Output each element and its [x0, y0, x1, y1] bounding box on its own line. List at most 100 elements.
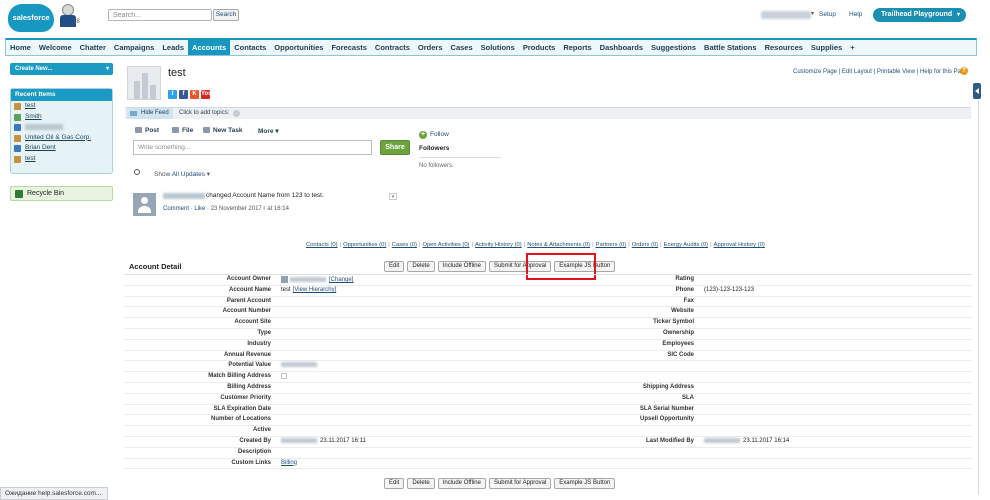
no-followers-text: No followers. — [419, 163, 454, 169]
recent-item[interactable]: United Oil & Gas Corp. — [11, 133, 112, 144]
field-link[interactable]: Billing — [281, 460, 297, 466]
recent-item[interactable]: Smith — [11, 112, 112, 123]
tab-contacts[interactable]: Contacts — [230, 40, 270, 55]
tab-contracts[interactable]: Contracts — [371, 40, 414, 55]
avatar[interactable] — [133, 193, 156, 216]
info-icon[interactable] — [233, 110, 240, 117]
related-list-link[interactable]: Orders (0) — [632, 242, 658, 248]
page-actions-links[interactable]: Customize Page | Edit Layout | Printable… — [793, 69, 968, 75]
feed-item-author[interactable] — [163, 193, 205, 199]
related-list-link[interactable]: Notes & Attachments (0) — [527, 242, 590, 248]
field-value: 23.11.2017 16:11 — [281, 437, 366, 444]
search-button[interactable]: Search — [213, 9, 239, 21]
edit-button[interactable]: Edit — [384, 261, 405, 272]
like-link[interactable]: Like — [194, 206, 205, 212]
recycle-bin-icon — [15, 190, 23, 198]
recent-item[interactable] — [11, 122, 112, 133]
tab-supplies[interactable]: Supplies — [807, 40, 846, 55]
related-list-link[interactable]: Approval History (0) — [714, 242, 765, 248]
link-separator: | — [339, 242, 342, 248]
related-list-link[interactable]: Energy Audits (0) — [664, 242, 708, 248]
youtube-icon[interactable]: You — [201, 90, 212, 99]
field-label: Fax — [683, 297, 694, 304]
change-owner-link[interactable]: [Change] — [329, 277, 353, 283]
tab-campaigns[interactable]: Campaigns — [110, 40, 158, 55]
search-icon[interactable] — [134, 169, 140, 175]
tab-accounts[interactable]: Accounts — [188, 40, 231, 55]
related-list-link[interactable]: Partners (0) — [596, 242, 627, 248]
submit-for-approval-button[interactable]: Submit for Approval — [488, 478, 552, 489]
publisher-post-tab[interactable]: Post — [135, 127, 159, 134]
tab-chatter[interactable]: Chatter — [76, 40, 110, 55]
publisher-file-tab[interactable]: File — [172, 127, 193, 134]
delete-button[interactable]: Delete — [407, 478, 435, 489]
tab-welcome[interactable]: Welcome — [35, 40, 76, 55]
help-icon[interactable]: ? — [960, 67, 968, 75]
tab-solutions[interactable]: Solutions — [477, 40, 519, 55]
related-list-link[interactable]: Cases (0) — [392, 242, 417, 248]
hide-feed-button[interactable]: Hide Feed — [127, 108, 173, 119]
user-menu[interactable] — [761, 11, 811, 19]
detail-row: Industry Employees — [124, 340, 972, 351]
add-topics-link[interactable]: Click to add topics: — [179, 108, 229, 119]
redacted-text[interactable] — [704, 437, 740, 443]
tab-products[interactable]: Products — [519, 40, 560, 55]
edit-button[interactable]: Edit — [384, 478, 405, 489]
recent-item[interactable]: Brian Dent — [11, 143, 112, 154]
tab-opportunities[interactable]: Opportunities — [270, 40, 327, 55]
tab-leads[interactable]: Leads — [158, 40, 188, 55]
create-new-button[interactable]: Create New... ▾ — [10, 63, 113, 75]
twitter-icon[interactable]: t — [168, 90, 177, 99]
record-type-icon — [14, 134, 21, 142]
recent-item[interactable]: test — [11, 154, 112, 165]
file-tab-label: File — [182, 127, 194, 134]
detail-row: Match Billing Address — [124, 372, 972, 383]
recycle-bin-link[interactable]: Recycle Bin — [10, 186, 113, 201]
app-menu-button[interactable]: Trailhead Playground ▾ — [873, 8, 966, 22]
include-offline-button[interactable]: Include Offline — [437, 478, 486, 489]
user-menu-chevron-icon[interactable]: ▾ — [811, 10, 814, 17]
tab-more[interactable]: + — [846, 40, 858, 55]
search-input[interactable] — [108, 9, 212, 21]
comment-link[interactable]: Comment — [163, 206, 189, 212]
related-list-link[interactable]: Contacts (0) — [306, 242, 338, 248]
redacted-text[interactable] — [281, 437, 317, 443]
chevron-down-icon[interactable]: ▾ — [389, 193, 397, 200]
field-link[interactable]: [View Hierarchy] — [293, 287, 337, 293]
salesforce-logo[interactable]: salesforce — [8, 4, 54, 32]
tab-battle-stations[interactable]: Battle Stations — [700, 40, 761, 55]
recent-item[interactable]: test — [11, 101, 112, 112]
tab-orders[interactable]: Orders — [414, 40, 447, 55]
tab-cases[interactable]: Cases — [447, 40, 477, 55]
klout-icon[interactable]: K — [190, 90, 199, 99]
follow-plus-icon[interactable]: + — [419, 131, 427, 139]
sidebar-toggle-icon[interactable] — [973, 83, 981, 99]
link-separator: | — [628, 242, 630, 248]
delete-button[interactable]: Delete — [407, 261, 435, 272]
tab-reports[interactable]: Reports — [559, 40, 595, 55]
link-separator: | — [660, 242, 662, 248]
detail-row: Created By 23.11.2017 16:11 Last Modified … — [124, 437, 972, 448]
tab-dashboards[interactable]: Dashboards — [596, 40, 647, 55]
share-button[interactable]: Share — [380, 140, 410, 155]
example-js-button-button[interactable]: Example JS Button — [554, 478, 616, 489]
post-input[interactable] — [133, 140, 372, 155]
include-offline-button[interactable]: Include Offline — [437, 261, 486, 272]
tab-suggestions[interactable]: Suggestions — [647, 40, 700, 55]
facebook-icon[interactable]: f — [179, 90, 188, 99]
setup-link[interactable]: Setup — [819, 11, 836, 18]
related-list-link[interactable]: Open Activities (0) — [422, 242, 469, 248]
related-list-link[interactable]: Activity History (0) — [475, 242, 522, 248]
tab-resources[interactable]: Resources — [761, 40, 807, 55]
tab-forecasts[interactable]: Forecasts — [327, 40, 370, 55]
tab-home[interactable]: Home — [6, 40, 35, 55]
feed-filter[interactable]: Show All Updates ▾ — [154, 170, 210, 178]
publisher-new-task-tab[interactable]: New Task — [203, 127, 243, 134]
publisher-more-tab[interactable]: More ▾ — [258, 127, 279, 135]
detail-row: Customer Priority SLA — [124, 394, 972, 405]
related-list-link[interactable]: Opportunities (0) — [343, 242, 386, 248]
help-link[interactable]: Help — [849, 11, 862, 18]
link-separator: | — [710, 242, 712, 248]
follow-link[interactable]: Follow — [430, 131, 449, 138]
feed-item-date: 23 November 2017 г at 16:14 — [210, 206, 289, 212]
